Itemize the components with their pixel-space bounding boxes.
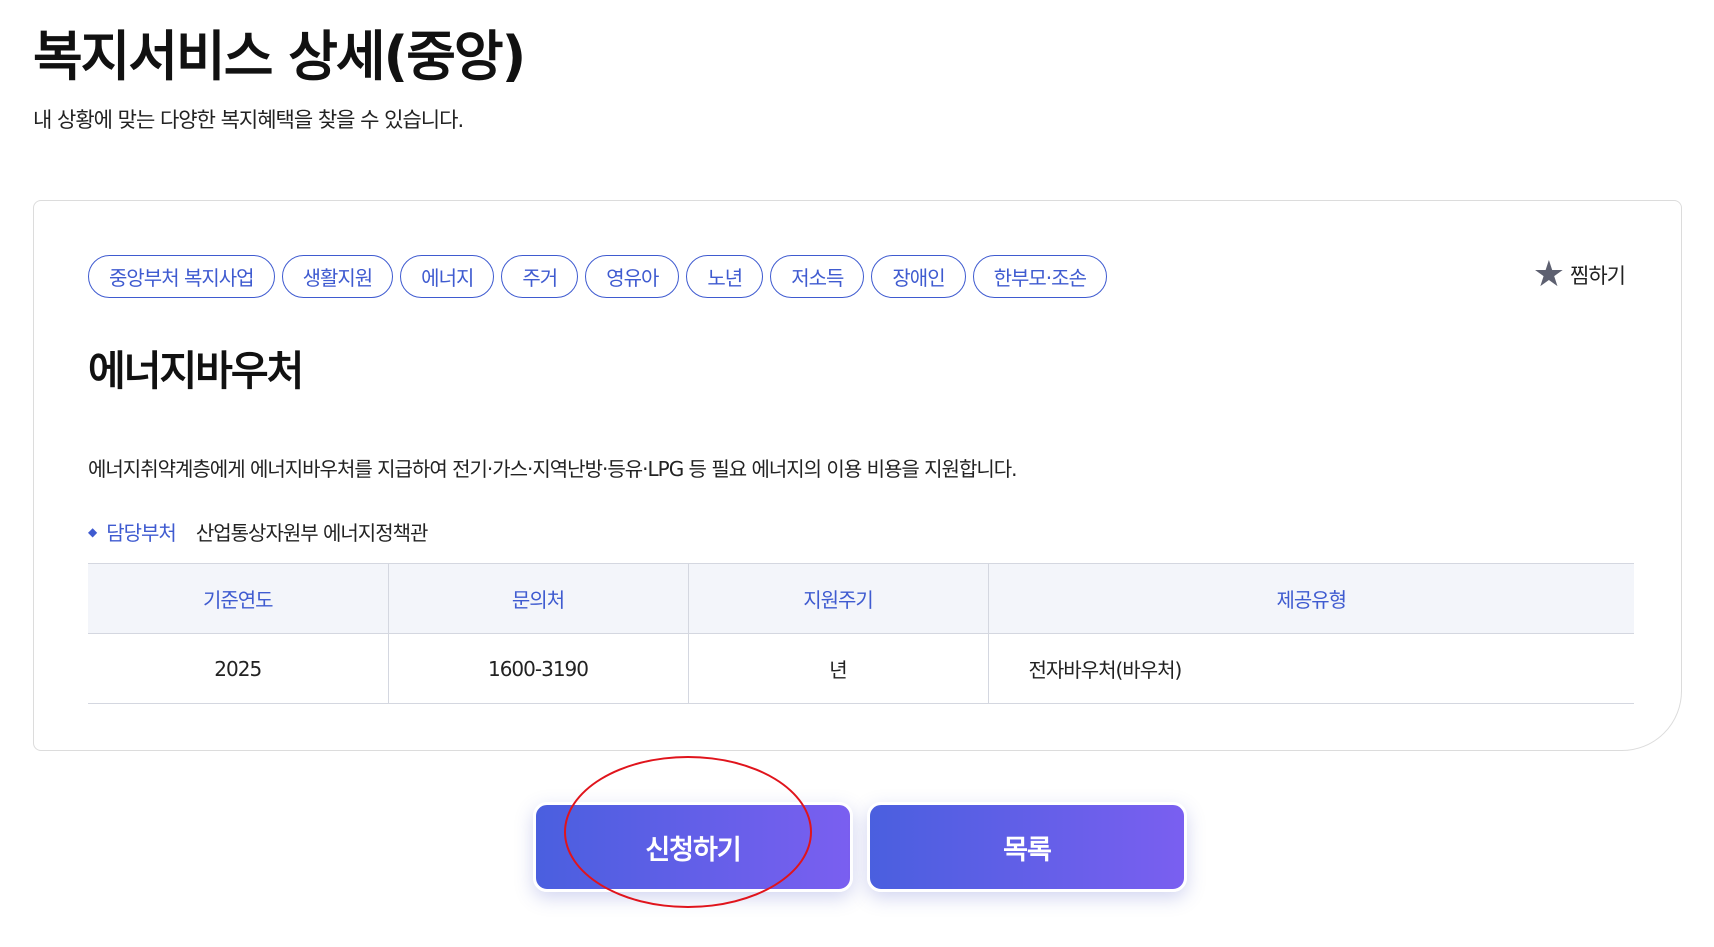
department-label: 담당부처 [106,521,177,545]
bookmark-button[interactable]: ★ 찜하기 [1532,254,1626,295]
department-row: ◆ 담당부처 산업통상자원부 에너지정책관 [88,517,429,546]
tag-living-support[interactable]: 생활지원 [281,255,394,298]
tag-disabled[interactable]: 장애인 [871,255,966,298]
page-subtitle: 내 상황에 맞는 다양한 복지혜택을 찾을 수 있습니다. [33,108,464,132]
tag-infants[interactable]: 영유아 [585,255,680,298]
table-row: 2025 1600-3190 년 전자바우처(바우처) [88,633,1634,704]
service-detail-card: 중앙부처 복지사업 생활지원 에너지 주거 영유아 노년 저소득 장애인 한부모… [33,200,1682,751]
service-description: 에너지취약계층에게 에너지바우처를 지급하여 전기·가스·지역난방·등유·LPG… [88,457,1018,481]
service-title: 에너지바우처 [88,347,304,395]
star-icon: ★ [1532,254,1565,295]
department-value: 산업통상자원부 에너지정책관 [195,521,429,545]
page-title: 복지서비스 상세(중앙) [33,25,526,88]
bookmark-label: 찜하기 [1570,264,1626,288]
header-base-year: 기준연도 [88,563,389,634]
diamond-bullet-icon: ◆ [88,524,97,539]
tag-central-welfare[interactable]: 중앙부처 복지사업 [88,255,275,298]
header-provision-type: 제공유형 [988,563,1634,634]
cell-base-year: 2025 [88,633,389,704]
cell-support-cycle: 년 [688,633,989,704]
category-tags: 중앙부처 복지사업 생활지원 에너지 주거 영유아 노년 저소득 장애인 한부모… [88,255,1107,298]
tag-low-income[interactable]: 저소득 [770,255,865,298]
tag-single-parent[interactable]: 한부모·조손 [972,255,1107,298]
cell-contact: 1600-3190 [388,633,689,704]
header-support-cycle: 지원주기 [688,563,989,634]
header-contact: 문의처 [388,563,689,634]
cell-provision-type: 전자바우처(바우처) [988,633,1634,704]
tag-housing[interactable]: 주거 [501,255,579,298]
info-table: 기준연도 문의처 지원주기 제공유형 2025 1600-3190 년 전자바우… [88,563,1634,704]
tag-elderly[interactable]: 노년 [686,255,764,298]
table-header-row: 기준연도 문의처 지원주기 제공유형 [88,563,1634,634]
tag-energy[interactable]: 에너지 [400,255,495,298]
list-button[interactable]: 목록 [867,802,1187,892]
apply-button[interactable]: 신청하기 [533,802,853,892]
